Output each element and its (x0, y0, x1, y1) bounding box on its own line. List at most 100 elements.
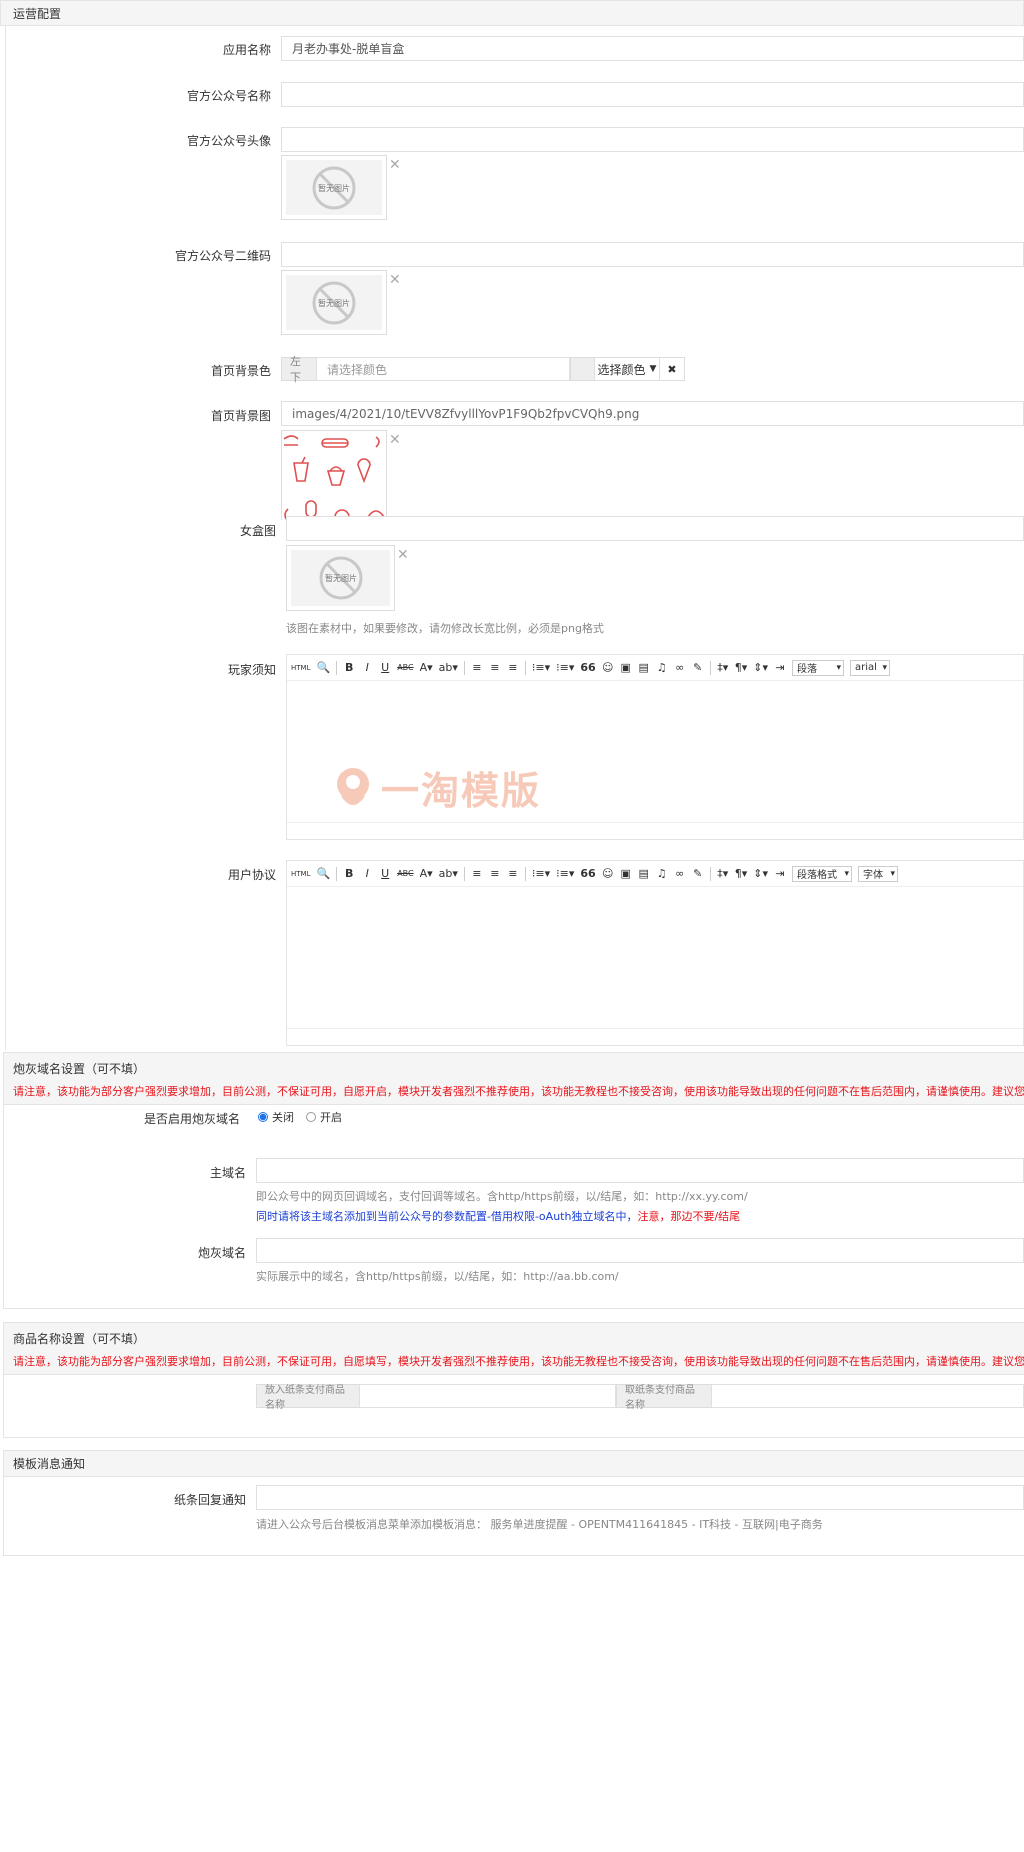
image-icon[interactable]: ▣ (620, 866, 632, 882)
bold-icon[interactable]: B (343, 866, 355, 882)
align-center-icon[interactable]: ≡ (489, 660, 501, 676)
reply-notice-input[interactable] (256, 1485, 1024, 1510)
html-source-icon[interactable]: HTML (291, 866, 310, 882)
line-height-icon[interactable]: ‡▾ (717, 660, 729, 676)
goods-put-addon: 放入纸条支付商品名称 (256, 1384, 360, 1411)
paragraph-format-select[interactable]: 段落格式 (791, 865, 852, 882)
app-name-input[interactable]: 月老办事处-脱单盲盒 (281, 36, 1024, 61)
official-name-input[interactable] (281, 82, 1024, 107)
home-bg-image-thumbnail (281, 430, 387, 520)
ash-domain-input[interactable] (256, 1238, 1024, 1263)
emoji-icon[interactable]: ☺ (602, 660, 614, 676)
remove-bg-image-close-icon[interactable]: ✕ (389, 433, 401, 447)
ordered-list-icon[interactable]: ⁝≡▾ (532, 866, 550, 882)
goods-take-input[interactable] (711, 1384, 1024, 1408)
blockquote-icon[interactable]: 66 (580, 866, 595, 882)
remove-avatar-close-icon[interactable]: ✕ (389, 158, 401, 172)
music-icon[interactable]: ♫ (656, 660, 668, 676)
radio-off[interactable] (258, 1112, 268, 1122)
unordered-list-icon[interactable]: ⁝≡▾ (556, 660, 574, 676)
video-icon[interactable]: ▤ (638, 866, 650, 882)
align-center-icon[interactable]: ≡ (489, 866, 501, 882)
warning-text: 请注意，该功能为部分客户强烈要求增加，目前公测，不保证可用，自愿填写，模块开发者… (13, 1355, 1024, 1368)
clear-color-button[interactable]: ✖ (659, 357, 685, 381)
row-spacing-icon[interactable]: ⇕▾ (753, 660, 768, 676)
underline-icon[interactable]: U (379, 866, 391, 882)
inner-left-border (5, 520, 6, 1050)
font-color-icon[interactable]: A▾ (420, 866, 433, 882)
choose-color-button[interactable]: 选择颜色 ▼ (594, 357, 660, 381)
female-box-help: 该图在素材中，如果要修改，请勿修改长宽比例，必须是png格式 (286, 622, 604, 635)
home-bg-image-label: 首页背景图 (210, 409, 271, 423)
paragraph-spacing-icon[interactable]: ¶▾ (735, 660, 748, 676)
preview-icon[interactable]: 🔍 (316, 866, 330, 882)
align-right-icon[interactable]: ≡ (507, 660, 519, 676)
remove-qrcode-close-icon[interactable]: ✕ (389, 273, 401, 287)
unordered-list-icon[interactable]: ⁝≡▾ (556, 866, 574, 882)
no-image-icon: 暂无图片 (312, 281, 356, 324)
main-domain-label: 主域名 (209, 1166, 246, 1180)
reply-notice-label: 纸条回复通知 (173, 1493, 246, 1507)
html-source-icon[interactable]: HTML (291, 660, 310, 676)
align-left-icon[interactable]: ≡ (471, 660, 483, 676)
enable-ash-radio-group: 关闭 开启 (258, 1109, 342, 1125)
video-icon[interactable]: ▤ (638, 660, 650, 676)
enable-ash-label: 是否启用炮灰域名 (143, 1112, 240, 1126)
watermark-text: 一淘模版 (381, 769, 542, 813)
strikethrough-icon[interactable]: ABC (397, 660, 413, 676)
radio-on-label[interactable]: 开启 (320, 1109, 342, 1125)
align-left-icon[interactable]: ≡ (471, 866, 483, 882)
main-domain-input[interactable] (256, 1158, 1024, 1183)
official-qrcode-input[interactable] (281, 242, 1024, 267)
reply-notice-help: 请进入公众号后台模板消息菜单添加模板消息： 服务单进度提醒 - OPENTM41… (256, 1518, 823, 1531)
watermark: 一淘模版 (333, 760, 541, 815)
home-bg-image-input[interactable]: images/4/2021/10/tEVV8ZfvylllYovP1F9Qb2f… (281, 401, 1024, 426)
highlight-icon[interactable]: ab▾ (439, 660, 458, 676)
paragraph-format-select[interactable]: 段落 (791, 659, 844, 676)
italic-icon[interactable]: I (361, 866, 373, 882)
italic-icon[interactable]: I (361, 660, 373, 676)
underline-icon[interactable]: U (379, 660, 391, 676)
font-family-select[interactable]: arial (849, 659, 890, 676)
image-icon[interactable]: ▣ (620, 660, 632, 676)
row-spacing-icon[interactable]: ⇕▾ (753, 866, 768, 882)
indent-icon[interactable]: ⇥ (774, 866, 786, 882)
female-box-thumbnail: 暂无图片 (286, 545, 395, 611)
food-pattern-image (283, 435, 386, 520)
color-input[interactable]: 请选择颜色 (316, 357, 570, 381)
editor-content-area[interactable] (287, 887, 1023, 1029)
panel-title: 炮灰域名设置（可不填） (13, 1062, 146, 1076)
link-icon[interactable]: ∞ (674, 660, 686, 676)
blockquote-icon[interactable]: 66 (580, 660, 595, 676)
paragraph-spacing-icon[interactable]: ¶▾ (735, 866, 748, 882)
bold-icon[interactable]: B (343, 660, 355, 676)
eraser-icon[interactable]: ✎ (692, 660, 704, 676)
align-right-icon[interactable]: ≡ (507, 866, 519, 882)
panel-title: 运营配置 (13, 7, 62, 21)
close-icon: ✖ (667, 362, 677, 376)
goods-put-input[interactable] (359, 1384, 616, 1408)
no-image-icon: 暂无图片 (319, 556, 362, 600)
link-icon[interactable]: ∞ (674, 866, 686, 882)
remove-female-box-close-icon[interactable]: ✕ (397, 548, 409, 562)
panel-operation-header: 运营配置 (0, 0, 1024, 26)
female-box-label: 女盒图 (239, 524, 276, 538)
line-height-icon[interactable]: ‡▾ (717, 866, 729, 882)
ordered-list-icon[interactable]: ⁝≡▾ (532, 660, 550, 676)
radio-on[interactable] (306, 1112, 316, 1122)
user-agreement-editor[interactable]: HTML 🔍 B I U ABC A▾ ab▾ ≡ ≡ ≡ ⁝≡▾ ⁝≡▾ 66… (286, 860, 1024, 1046)
music-icon[interactable]: ♫ (656, 866, 668, 882)
app-name-label: 应用名称 (222, 43, 271, 57)
eraser-icon[interactable]: ✎ (692, 866, 704, 882)
radio-off-label[interactable]: 关闭 (272, 1109, 294, 1125)
preview-icon[interactable]: 🔍 (316, 660, 330, 676)
strikethrough-icon[interactable]: ABC (397, 866, 413, 882)
emoji-icon[interactable]: ☺ (602, 866, 614, 882)
font-family-select[interactable]: 字体 (857, 865, 898, 882)
highlight-icon[interactable]: ab▾ (439, 866, 458, 882)
color-swatch[interactable] (570, 357, 595, 381)
font-color-icon[interactable]: A▾ (420, 660, 433, 676)
indent-icon[interactable]: ⇥ (774, 660, 786, 676)
female-box-input[interactable] (286, 516, 1024, 541)
official-avatar-input[interactable] (281, 127, 1024, 152)
